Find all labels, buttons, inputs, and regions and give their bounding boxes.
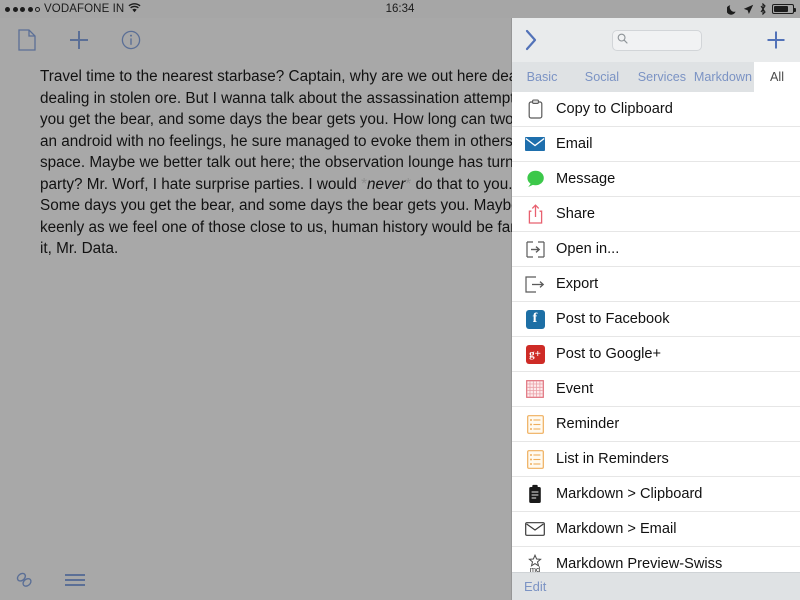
- clipboard-outline-icon: [520, 98, 550, 120]
- tab-all[interactable]: All: [754, 62, 800, 92]
- list-item-label: Markdown > Clipboard: [556, 486, 703, 502]
- panel-tab-bar: Basic Social Services Markdown All: [512, 62, 800, 92]
- doc-text-before-emphasis: party? Mr. Worf, I hate surprise parties…: [40, 175, 362, 193]
- search-input[interactable]: [631, 34, 697, 46]
- search-field[interactable]: [612, 29, 702, 51]
- cellular-signal-icon: [5, 6, 40, 12]
- tab-markdown[interactable]: Markdown: [692, 62, 754, 92]
- link-button[interactable]: [8, 563, 42, 597]
- list-item[interactable]: Message: [512, 162, 800, 197]
- chevron-right-icon[interactable]: [524, 25, 552, 55]
- list-item-label: Share: [556, 206, 595, 222]
- clock: 16:34: [385, 3, 415, 15]
- list-item[interactable]: Markdown > Clipboard: [512, 477, 800, 512]
- carrier-label: VODAFONE IN: [44, 3, 125, 15]
- menu-button[interactable]: [58, 563, 92, 597]
- markdown-preview-icon: md: [520, 553, 550, 572]
- message-bubble-green-icon: [520, 168, 550, 190]
- panel-footer: Edit: [512, 572, 800, 600]
- clipboard-filled-black-icon: [520, 483, 550, 505]
- envelope-filled-blue-icon: [520, 133, 550, 155]
- list-item[interactable]: Copy to Clipboard: [512, 92, 800, 127]
- export-box-arrow-icon: [520, 273, 550, 295]
- list-item-label: Event: [556, 381, 594, 397]
- tab-basic[interactable]: Basic: [512, 62, 572, 92]
- emphasized-text: never: [367, 175, 406, 193]
- facebook-icon: f: [520, 308, 550, 330]
- google-plus-icon: g+: [520, 343, 550, 365]
- svg-text:md: md: [530, 565, 540, 572]
- add-action-button[interactable]: [762, 25, 790, 55]
- moon-do-not-disturb-icon: [727, 4, 738, 15]
- list-item[interactable]: md Markdown Preview-Swiss: [512, 547, 800, 572]
- tab-social[interactable]: Social: [572, 62, 632, 92]
- search-icon: [617, 31, 628, 49]
- panel-header: [512, 18, 800, 62]
- calendar-grid-red-icon: [520, 378, 550, 400]
- status-bar: VODAFONE IN 16:34: [0, 0, 800, 18]
- list-item-label: Markdown Preview-Swiss: [556, 556, 723, 572]
- new-document-button[interactable]: [8, 21, 46, 59]
- actions-panel: Basic Social Services Markdown All Copy …: [512, 0, 800, 600]
- list-item[interactable]: Email: [512, 127, 800, 162]
- action-list: Copy to Clipboard Email Message Share Op…: [512, 92, 800, 572]
- list-item-label: Open in...: [556, 241, 620, 257]
- status-bar-left: VODAFONE IN: [0, 2, 300, 16]
- list-item[interactable]: f Post to Facebook: [512, 302, 800, 337]
- edit-button[interactable]: Edit: [524, 579, 546, 594]
- list-item-label: Post to Google+: [556, 346, 662, 362]
- envelope-outline-icon: [520, 518, 550, 540]
- list-item-label: Markdown > Email: [556, 521, 677, 537]
- list-item[interactable]: Event: [512, 372, 800, 407]
- list-item-label: List in Reminders: [556, 451, 669, 467]
- list-item[interactable]: g+ Post to Google+: [512, 337, 800, 372]
- list-item[interactable]: List in Reminders: [512, 442, 800, 477]
- list-item[interactable]: Export: [512, 267, 800, 302]
- share-up-arrow-red-icon: [520, 203, 550, 225]
- tab-services[interactable]: Services: [632, 62, 692, 92]
- list-item-label: Copy to Clipboard: [556, 101, 673, 117]
- wifi-icon: [128, 2, 141, 16]
- list-item-label: Message: [556, 171, 616, 187]
- location-arrow-icon: [743, 4, 754, 15]
- app-root: VODAFONE IN 16:34 Travel time to the nea…: [0, 0, 800, 600]
- list-item-label: Export: [556, 276, 599, 292]
- status-bar-right: [500, 3, 800, 15]
- list-item[interactable]: Markdown > Email: [512, 512, 800, 547]
- reminders-list-orange-icon: [520, 413, 550, 435]
- open-in-box-arrow-icon: [520, 238, 550, 260]
- list-item[interactable]: Open in...: [512, 232, 800, 267]
- reminders-list-orange-icon: [520, 448, 550, 470]
- battery-icon: [772, 4, 796, 14]
- bluetooth-icon: [759, 3, 767, 15]
- add-button[interactable]: [60, 21, 98, 59]
- list-item-label: Email: [556, 136, 593, 152]
- info-button[interactable]: [112, 21, 150, 59]
- list-item-label: Reminder: [556, 416, 620, 432]
- search-container: [552, 29, 762, 51]
- list-item-label: Post to Facebook: [556, 311, 670, 327]
- list-item[interactable]: Share: [512, 197, 800, 232]
- list-item[interactable]: Reminder: [512, 407, 800, 442]
